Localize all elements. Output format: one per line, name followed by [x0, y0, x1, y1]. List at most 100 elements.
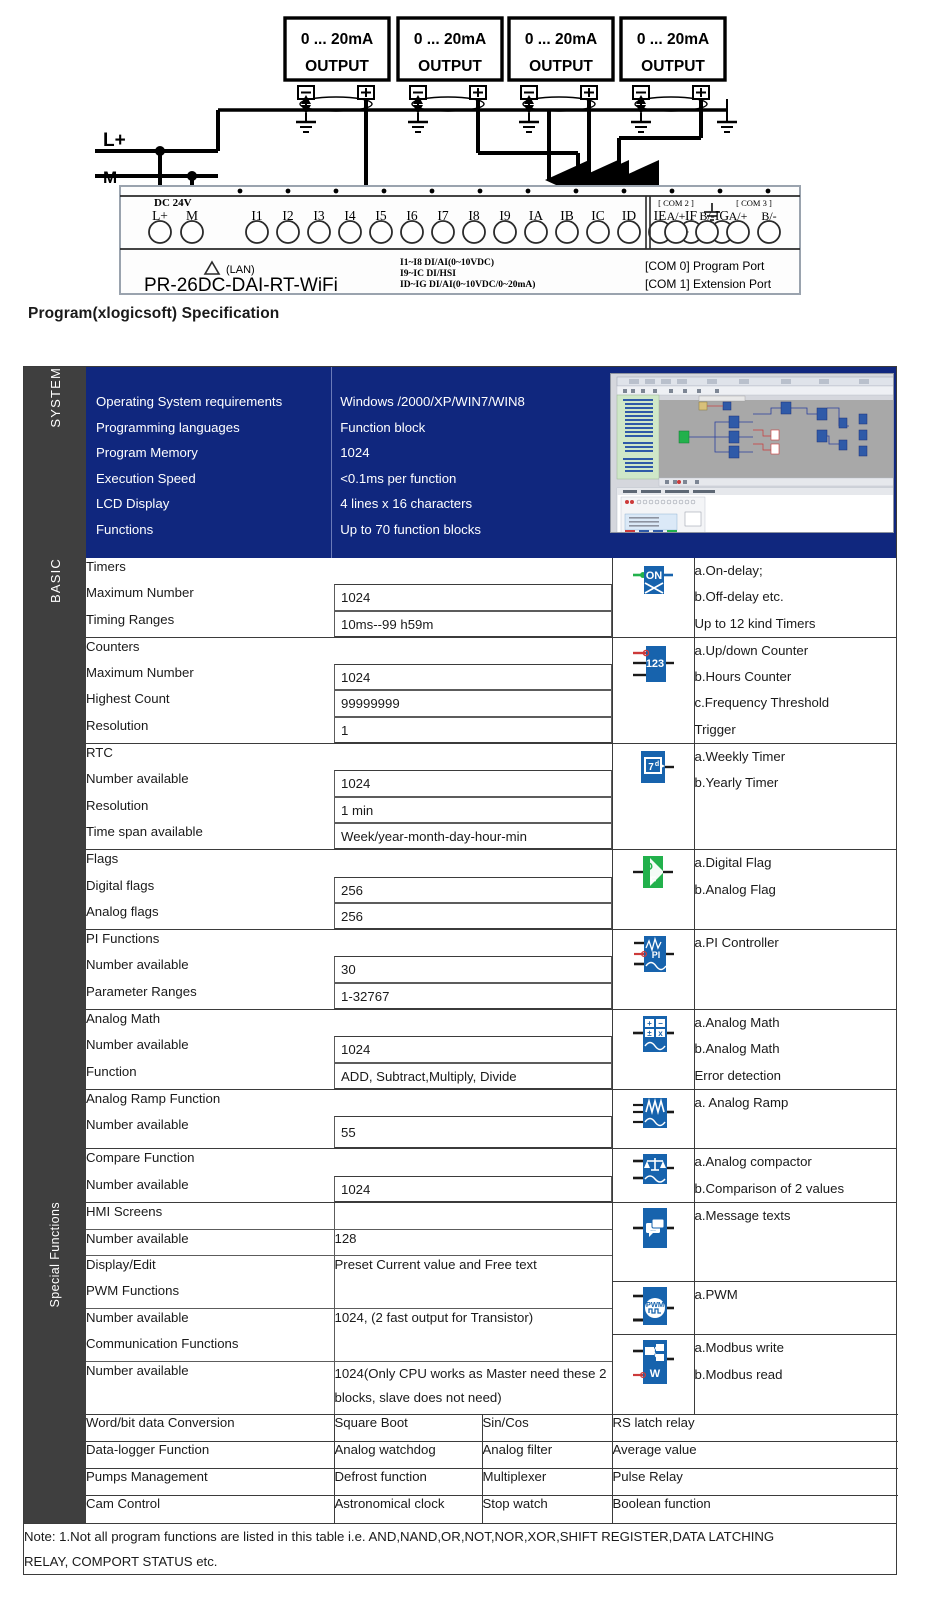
terminal-label-if: IF: [685, 208, 697, 223]
basic-section-label: BASIC: [24, 558, 86, 1203]
plc-model-label: PR-26DC-DAI-RT-WiFi: [144, 275, 338, 296]
output-range-1: 0 ... 20mA: [414, 31, 486, 48]
spec-group-pwm: PWM Functions Number available 1024, (2 …: [86, 1282, 896, 1336]
system-value-2: 1024: [340, 445, 370, 460]
system-label-5: Functions: [96, 521, 154, 537]
io-note-0: I1~I8 DI/AI(0~10VDC): [400, 257, 494, 268]
svg-text:W: W: [650, 1368, 661, 1380]
terminal-label-i2: I2: [282, 208, 293, 223]
terminal-label-ib: IB: [560, 208, 574, 223]
matrix-cell: Analog watchdog: [334, 1441, 483, 1469]
row-label: Display/Edit: [86, 1255, 335, 1282]
analog-math-icon: + − ± x: [611, 1010, 695, 1089]
spec-group-flags: Flags Digital flags 256 Analog flags 256: [86, 850, 896, 931]
terminal-label-i5: I5: [375, 208, 386, 223]
group-description: a.Analog compactor b.Comparison of 2 val…: [694, 1149, 896, 1202]
system-section-body: Operating System requirements Programmin…: [86, 367, 896, 558]
output-range-3: 0 ... 20mA: [637, 31, 709, 48]
row-label: Function: [86, 1063, 137, 1079]
desc-line: a.Weekly Timer: [694, 749, 786, 765]
row-label: Digital flags: [86, 877, 155, 893]
desc-line: b.Yearly Timer: [694, 775, 779, 791]
row-label: HMI Screens: [86, 1202, 335, 1230]
row-label: Highest Count: [86, 691, 170, 707]
row-value-empty: [334, 558, 612, 584]
matrix-cell: Sin/Cos: [482, 1414, 613, 1442]
desc-line: Trigger: [694, 721, 736, 737]
row-value: 10ms--99 h59m: [334, 610, 612, 637]
io-note-1: I9~IC DI/HSI: [400, 269, 456, 279]
terminal-label-ie: IE: [654, 208, 667, 223]
terminal-label-i4: I4: [344, 208, 355, 223]
row-value-empty: [334, 744, 612, 770]
weekly-timer-7d-icon: 7 d: [611, 744, 695, 850]
desc-line: b.Analog Math: [694, 1041, 780, 1057]
spec-group-analog-ramp: Analog Ramp Function Number available 55: [86, 1089, 896, 1150]
terminal-label-i7: I7: [437, 208, 448, 223]
row-label: Timers: [86, 559, 126, 574]
matrix-cell: Data-logger Function: [86, 1441, 335, 1469]
pi-controller-icon: PI: [611, 930, 695, 1010]
row-label: Counters: [86, 638, 140, 654]
matrix-cell: RS latch relay: [612, 1414, 898, 1442]
xlogicsoft-screenshot-render: [611, 374, 893, 532]
system-label-1: Programming languages: [96, 419, 240, 435]
special-section-row: Special Functions HMI Screens Number ava…: [24, 1201, 898, 1524]
svg-text:x: x: [658, 1029, 663, 1038]
row-label: Flags: [86, 851, 119, 867]
supply-l-plus-label: L+: [103, 130, 126, 151]
io-note-2: ID~IG DI/AI(0~10VDC/0~20mA): [400, 279, 535, 290]
terminal-label-m: M: [186, 208, 198, 223]
row-value-empty: [334, 1090, 612, 1116]
row-value: Week/year-month-day-hour-min: [334, 822, 612, 850]
group-description: a.Weekly Timer b.Yearly Timer: [694, 744, 896, 849]
desc-line: a.Analog Math: [694, 1015, 780, 1031]
system-section-row: SYSTEM Operating System requirements Pro…: [24, 367, 896, 558]
system-value-5: Up to 70 function blocks: [340, 521, 481, 537]
matrix-cell: Average value: [612, 1441, 898, 1469]
com2-pin-b: B/-: [699, 209, 714, 223]
matrix-cell: Analog filter: [482, 1441, 613, 1469]
row-label: Parameter Ranges: [86, 983, 197, 999]
desc-line: a. Analog Ramp: [694, 1094, 789, 1110]
analog-ramp-icon: [611, 1089, 695, 1149]
system-value-3: <0.1ms per function: [340, 470, 457, 486]
desc-line: Error detection: [694, 1067, 782, 1083]
svg-text:PWM: PWM: [646, 1300, 664, 1309]
system-label-0: Operating System requirements: [96, 394, 283, 409]
system-value-0: Windows /2000/XP/WIN7/WIN8: [340, 394, 525, 409]
row-label: Number available: [86, 1308, 335, 1335]
row-value: 1024: [334, 1175, 612, 1202]
group-description: a.Message texts: [694, 1202, 896, 1283]
xlogicsoft-screenshot: [606, 367, 896, 558]
matrix-cell: Pumps Management: [86, 1468, 335, 1496]
terminal-label-i1: I1: [251, 208, 262, 223]
note-cell: Note: 1.Not all program functions are li…: [24, 1522, 896, 1574]
system-values: Windows /2000/XP/WIN7/WIN8 Function bloc…: [331, 367, 606, 558]
row-label: Analog flags: [86, 903, 159, 919]
message-text-icon: ...: [611, 1202, 695, 1283]
special-section-body: HMI Screens Number available 128 Display…: [86, 1201, 898, 1524]
row-label: Number available: [86, 1037, 189, 1053]
row-label: Maximum Number: [86, 665, 194, 681]
row-value: 256: [334, 902, 612, 930]
com3-pin-b: B/-: [761, 209, 776, 223]
supply-m-label: M: [103, 168, 117, 187]
row-label: Number available: [86, 1176, 189, 1192]
row-value: [334, 1335, 612, 1363]
system-section-label: SYSTEM: [24, 367, 86, 558]
matrix-cell: Astronomical clock: [334, 1495, 483, 1523]
row-label: Resolution: [86, 797, 149, 813]
desc-line: b.Comparison of 2 values: [694, 1180, 845, 1196]
svg-text:123: 123: [646, 658, 664, 670]
row-value-empty: [334, 1010, 612, 1036]
svg-text:F: F: [650, 875, 657, 887]
output-range-0: 0 ... 20mA: [301, 31, 373, 48]
spec-group-counters: Counters Maximum Number 1024 Highest Cou…: [86, 637, 896, 745]
group-description: a.Up/down Counter b.Hours Counter c.Freq…: [694, 638, 896, 743]
row-value: 1024: [334, 584, 612, 611]
com2-pin-a: A/+: [667, 209, 686, 223]
matrix-cell: Cam Control: [86, 1495, 335, 1523]
row-label: Analog Ramp Function: [86, 1090, 221, 1106]
group-description: a.PI Controller: [694, 930, 896, 1009]
